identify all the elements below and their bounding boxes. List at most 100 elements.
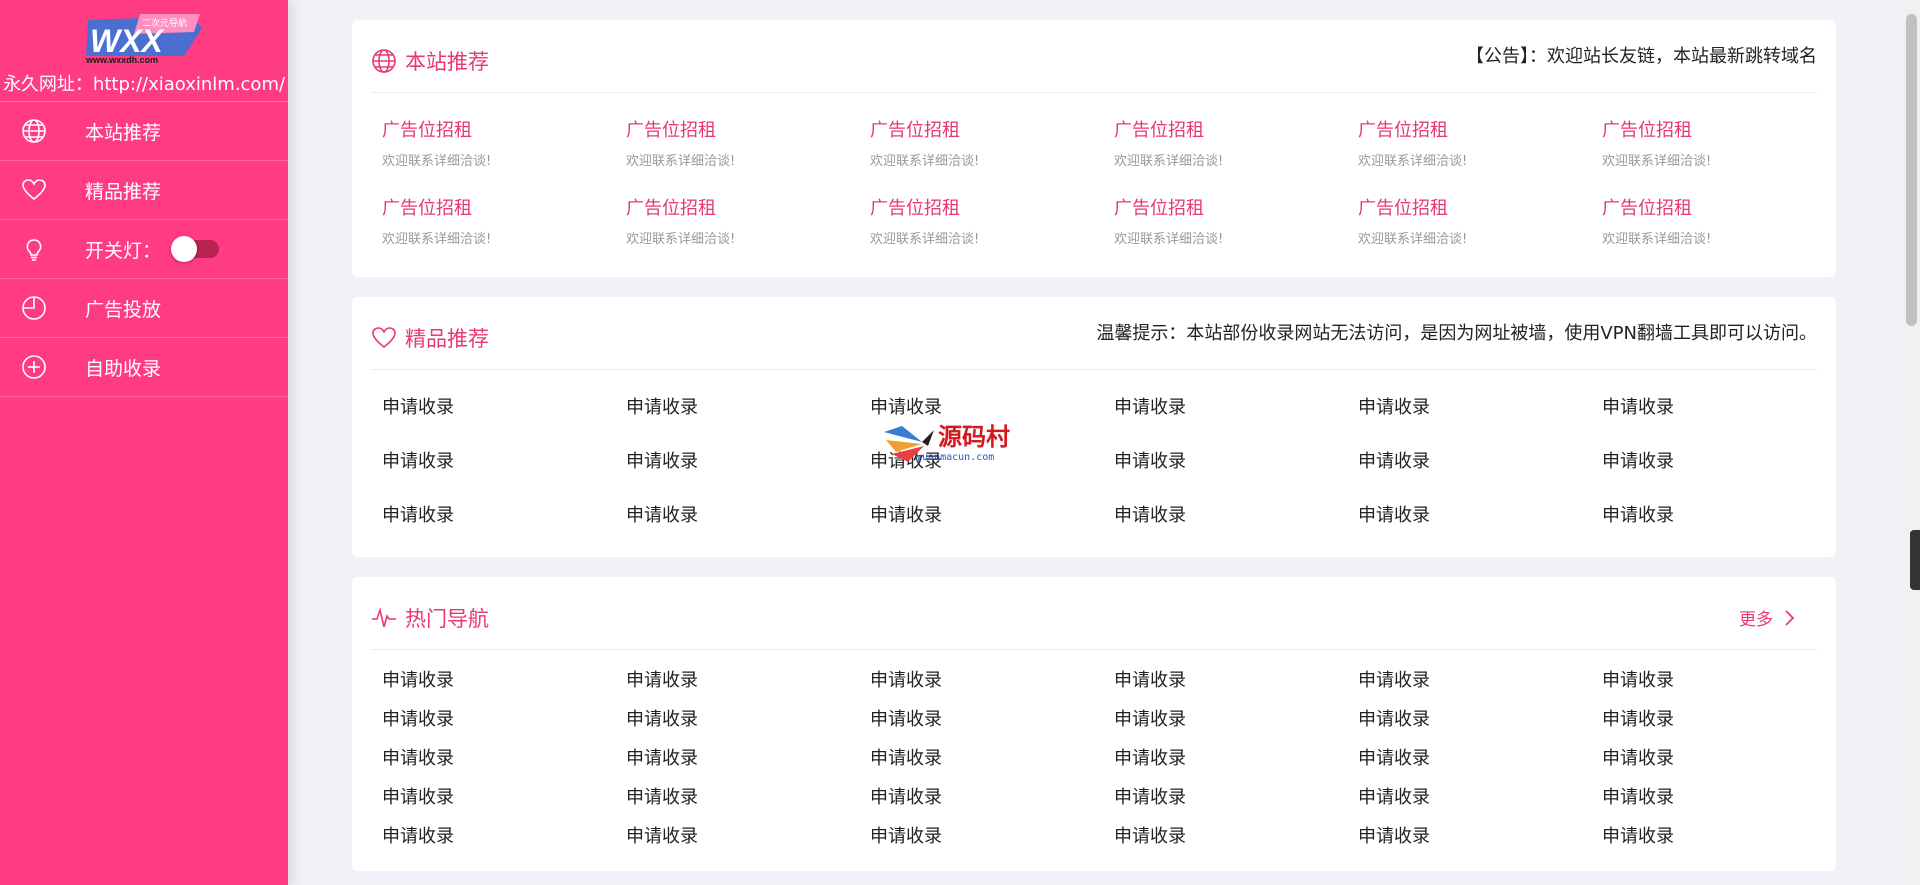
submit-link[interactable]: 申请收录 (1114, 447, 1358, 473)
submit-link[interactable]: 申请收录 (1358, 744, 1602, 770)
submit-link[interactable]: 申请收录 (382, 666, 626, 692)
pie-chart-icon (19, 293, 49, 323)
submit-link[interactable]: 申请收录 (626, 393, 870, 419)
submit-link[interactable]: 申请收录 (1358, 783, 1602, 809)
submit-link[interactable]: 申请收录 (870, 393, 1114, 419)
ad-title[interactable]: 广告位招租 (1114, 116, 1358, 142)
logo-area: WXX 二次元导航 www.wxxdh.com 永久网址：http://xiao… (0, 0, 288, 102)
submit-link[interactable]: 申请收录 (626, 783, 870, 809)
section-title-text: 精品推荐 (405, 327, 489, 351)
submit-link[interactable]: 申请收录 (382, 393, 626, 419)
ad-title[interactable]: 广告位招租 (1358, 194, 1602, 220)
bird-logo-icon: 源码村 yuanmacun.com (884, 422, 1010, 463)
ad-title[interactable]: 广告位招租 (870, 194, 1114, 220)
sidebar-item-label: 广告投放 (85, 298, 162, 321)
submit-link[interactable]: 申请收录 (1602, 501, 1846, 527)
ad-slot[interactable]: 广告位招租 欢迎联系详细洽谈! (870, 116, 1114, 169)
submit-link[interactable]: 申请收录 (870, 822, 1114, 848)
section-title: 热门导航 (371, 603, 489, 633)
submit-link[interactable]: 申请收录 (1602, 744, 1846, 770)
submit-link[interactable]: 申请收录 (870, 783, 1114, 809)
submit-link[interactable]: 申请收录 (1358, 393, 1602, 419)
ad-title[interactable]: 广告位招租 (382, 116, 626, 142)
ad-title[interactable]: 广告位招租 (1602, 194, 1846, 220)
submit-link[interactable]: 申请收录 (1358, 501, 1602, 527)
submit-link[interactable]: 申请收录 (870, 705, 1114, 731)
submit-link[interactable]: 申请收录 (1602, 447, 1846, 473)
sidebar-item-advertise[interactable]: 广告投放 (0, 279, 288, 338)
section-title: 本站推荐 (371, 46, 489, 76)
ad-title[interactable]: 广告位招租 (1602, 116, 1846, 142)
submit-link[interactable]: 申请收录 (626, 822, 870, 848)
ad-slot[interactable]: 广告位招租 欢迎联系详细洽谈! (382, 116, 626, 169)
watermark: 源码村 yuanmacun.com (882, 418, 1032, 466)
page-scrollbar[interactable] (1903, 0, 1920, 885)
submit-link[interactable]: 申请收录 (626, 501, 870, 527)
submit-link[interactable]: 申请收录 (870, 744, 1114, 770)
ad-title[interactable]: 广告位招租 (1114, 194, 1358, 220)
ad-slot[interactable]: 广告位招租欢迎联系详细洽谈! (1114, 194, 1358, 247)
submit-link[interactable]: 申请收录 (626, 744, 870, 770)
ad-slot[interactable]: 广告位招租 欢迎联系详细洽谈! (626, 194, 870, 247)
submit-link[interactable]: 申请收录 (1114, 744, 1358, 770)
submit-link[interactable]: 申请收录 (1602, 393, 1846, 419)
sidebar-item-recommend[interactable]: 本站推荐 (0, 102, 288, 161)
ad-slot[interactable]: 广告位招租 欢迎联系详细洽谈! (1602, 116, 1846, 169)
submit-link[interactable]: 申请收录 (626, 666, 870, 692)
side-widget-handle[interactable] (1910, 530, 1920, 590)
submit-link[interactable]: 申请收录 (1358, 447, 1602, 473)
submit-link[interactable]: 申请收录 (626, 705, 870, 731)
ad-title[interactable]: 广告位招租 (626, 194, 870, 220)
ad-subtitle: 欢迎联系详细洽谈! (1114, 232, 1224, 247)
watermark-domain: yuanmacun.com (916, 452, 994, 463)
submit-link[interactable]: 申请收录 (1114, 705, 1358, 731)
ad-subtitle: 欢迎联系详细洽谈! (626, 154, 736, 169)
submit-link[interactable]: 申请收录 (1114, 501, 1358, 527)
submit-link[interactable]: 申请收录 (382, 501, 626, 527)
announcement: 【公告】：欢迎站长友链，本站最新跳转域名 (1466, 46, 1817, 67)
sidebar-item-label: 精品推荐 (85, 180, 162, 203)
submit-link[interactable]: 申请收录 (1358, 666, 1602, 692)
pulse-icon (372, 607, 396, 628)
ad-title[interactable]: 广告位招租 (870, 116, 1114, 142)
submit-link[interactable]: 申请收录 (870, 501, 1114, 527)
scroll-thumb[interactable] (1906, 14, 1917, 326)
ad-slot[interactable]: 广告位招租 欢迎联系详细洽谈! (382, 194, 626, 247)
sidebar-item-featured[interactable]: 精品推荐 (0, 161, 288, 220)
submit-link[interactable]: 申请收录 (626, 447, 870, 473)
submit-link[interactable]: 申请收录 (1602, 705, 1846, 731)
submit-link[interactable]: 申请收录 (382, 447, 626, 473)
ad-slot[interactable]: 广告位招租 欢迎联系详细洽谈! (1602, 194, 1846, 247)
permanent-url: 永久网址：http://xiaoxinlm.com/ (2, 74, 286, 95)
ad-slot[interactable]: 广告位招租 欢迎联系详细洽谈! (870, 194, 1114, 247)
ad-title[interactable]: 广告位招租 (626, 116, 870, 142)
submit-link[interactable]: 申请收录 (382, 705, 626, 731)
submit-link[interactable]: 申请收录 (382, 822, 626, 848)
section-header: 本站推荐 【公告】：欢迎站长友链，本站最新跳转域名 (371, 20, 1817, 93)
site-logo[interactable]: WXX 二次元导航 www.wxxdh.com (84, 12, 206, 65)
sidebar-item-light-toggle: 开关灯： (0, 220, 288, 279)
sidebar-item-submit[interactable]: 自助收录 (0, 338, 288, 397)
ad-title[interactable]: 广告位招租 (382, 194, 626, 220)
ad-slot[interactable]: 广告位招租 欢迎联系详细洽谈! (1114, 116, 1358, 169)
ad-slot[interactable]: 广告位招租欢迎联系详细洽谈! (1358, 116, 1602, 169)
submit-link[interactable]: 申请收录 (1358, 822, 1602, 848)
ad-slot[interactable]: 广告位招租 欢迎联系详细洽谈! (1358, 194, 1602, 247)
submit-link[interactable]: 申请收录 (1114, 666, 1358, 692)
submit-link[interactable]: 申请收录 (1602, 783, 1846, 809)
submit-link[interactable]: 申请收录 (870, 666, 1114, 692)
submit-link[interactable]: 申请收录 (1114, 822, 1358, 848)
ad-slot[interactable]: 广告位招租欢迎联系详细洽谈! (626, 116, 870, 169)
submit-link[interactable]: 申请收录 (1602, 822, 1846, 848)
more-link[interactable]: 更多 (1739, 605, 1797, 630)
submit-link[interactable]: 申请收录 (1602, 666, 1846, 692)
ad-title[interactable]: 广告位招租 (1358, 116, 1602, 142)
ad-subtitle: 欢迎联系详细洽谈! (1358, 154, 1468, 169)
submit-link[interactable]: 申请收录 (1114, 393, 1358, 419)
submit-link[interactable]: 申请收录 (382, 744, 626, 770)
submit-link[interactable]: 申请收录 (1358, 705, 1602, 731)
light-toggle-switch[interactable] (171, 236, 220, 262)
logo-domain-text: www.wxxdh.com (85, 55, 158, 64)
submit-link[interactable]: 申请收录 (1114, 783, 1358, 809)
submit-link[interactable]: 申请收录 (382, 783, 626, 809)
